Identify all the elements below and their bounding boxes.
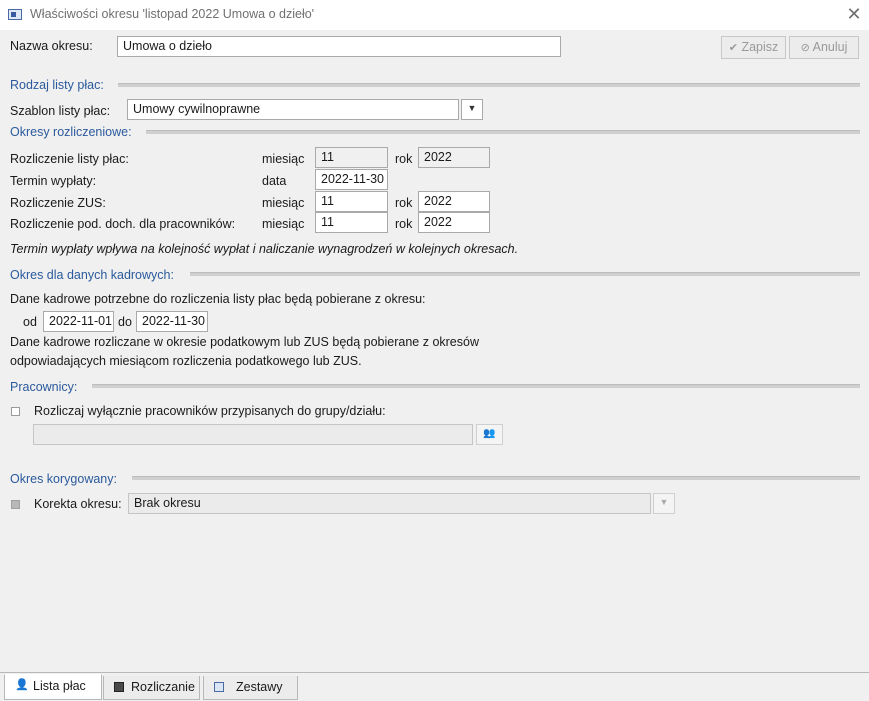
hr-data-description: Dane kadrowe potrzebne do rozliczenia li… <box>10 292 426 306</box>
tab-label: Rozliczanie <box>131 680 195 694</box>
tab-zestawy[interactable]: Zestawy <box>203 676 298 700</box>
section-divider <box>132 476 860 480</box>
section-title-korygowany: Okres korygowany: <box>10 472 117 486</box>
section-title-rodzaj: Rodzaj listy płac: <box>10 78 104 92</box>
tax-month-unit: miesiąc <box>262 217 305 231</box>
report-icon <box>214 682 224 692</box>
group-filter-checkbox[interactable] <box>11 407 20 416</box>
zus-period-label: Rozliczenie ZUS: <box>10 196 106 210</box>
group-select-field <box>33 424 473 445</box>
name-input[interactable]: Umowa o dzieło <box>117 36 561 57</box>
hr-note-line1: Dane kadrowe rozliczane w okresie podatk… <box>10 335 479 349</box>
template-select[interactable]: Umowy cywilnoprawne <box>127 99 459 120</box>
close-icon[interactable]: ✕ <box>842 3 866 25</box>
payroll-month-field: 11 <box>315 147 388 168</box>
tax-year-label: rok <box>395 217 413 231</box>
payroll-period-label: Rozliczenie listy płac: <box>10 152 129 166</box>
window-title: Właściwości okresu 'listopad 2022 Umowa … <box>30 7 315 21</box>
tax-period-label: Rozliczenie pod. doch. dla pracowników: <box>10 217 236 231</box>
template-dropdown-button[interactable]: ▼ <box>461 99 483 120</box>
from-date-field[interactable]: 2022-11-01 <box>43 311 114 332</box>
cancel-button-label: Anuluj <box>812 40 848 54</box>
tab-lista-plac[interactable]: 👤 Lista płac <box>4 674 102 700</box>
payroll-month-unit: miesiąc <box>262 152 305 166</box>
zus-month-field[interactable]: 11 <box>315 191 388 212</box>
name-label: Nazwa okresu: <box>10 39 93 53</box>
payment-note: Termin wypłaty wpływa na kolejność wypła… <box>10 242 519 256</box>
from-label: od <box>23 315 37 329</box>
save-button-label: Zapisz <box>741 40 779 54</box>
hr-note-line2: odpowiadających miesiącom rozliczenia po… <box>10 354 362 368</box>
payroll-year-label: rok <box>395 152 413 166</box>
template-label: Szablon listy płac: <box>10 104 111 118</box>
chevron-down-icon: ▼ <box>467 103 477 113</box>
payroll-year-field: 2022 <box>418 147 490 168</box>
to-label: do <box>118 315 132 329</box>
people-icon: 👥 <box>483 428 496 439</box>
correction-select: Brak okresu <box>128 493 651 514</box>
payment-date-label: Termin wypłaty: <box>10 174 97 188</box>
person-icon: 👤 <box>15 679 29 691</box>
section-divider <box>146 130 860 134</box>
payment-date-unit: data <box>262 174 287 188</box>
section-title-okresy: Okresy rozliczeniowe: <box>10 125 132 139</box>
chevron-down-icon: ▼ <box>659 497 669 507</box>
to-date-field[interactable]: 2022-11-30 <box>136 311 208 332</box>
group-picker-button: 👥 <box>476 424 503 445</box>
section-title-pracownicy: Pracownicy: <box>10 380 78 394</box>
cancel-button[interactable]: ⊘ Anuluj <box>789 36 859 59</box>
zus-year-field[interactable]: 2022 <box>418 191 490 212</box>
section-divider <box>92 384 860 388</box>
check-icon: ✔ <box>728 42 738 54</box>
section-title-kadrowe: Okres dla danych kadrowych: <box>10 268 174 282</box>
tab-label: Lista płac <box>33 679 86 693</box>
group-filter-label: Rozliczaj wyłącznie pracowników przypisa… <box>34 404 386 418</box>
correction-label: Korekta okresu: <box>34 497 122 511</box>
window-icon <box>8 9 22 20</box>
cancel-icon: ⊘ <box>800 42 810 54</box>
tab-rozliczanie[interactable]: Rozliczanie <box>103 676 200 700</box>
tax-month-field[interactable]: 11 <box>315 212 388 233</box>
correction-dropdown-button: ▼ <box>653 493 675 514</box>
payment-date-field[interactable]: 2022-11-30 <box>315 169 388 190</box>
zus-month-unit: miesiąc <box>262 196 305 210</box>
section-divider <box>118 83 860 87</box>
calculator-icon <box>114 682 124 692</box>
tab-label: Zestawy <box>236 680 283 694</box>
section-divider <box>190 272 860 276</box>
save-button[interactable]: ✔ Zapisz <box>721 36 786 59</box>
zus-year-label: rok <box>395 196 413 210</box>
tax-year-field[interactable]: 2022 <box>418 212 490 233</box>
correction-checkbox <box>11 500 20 509</box>
